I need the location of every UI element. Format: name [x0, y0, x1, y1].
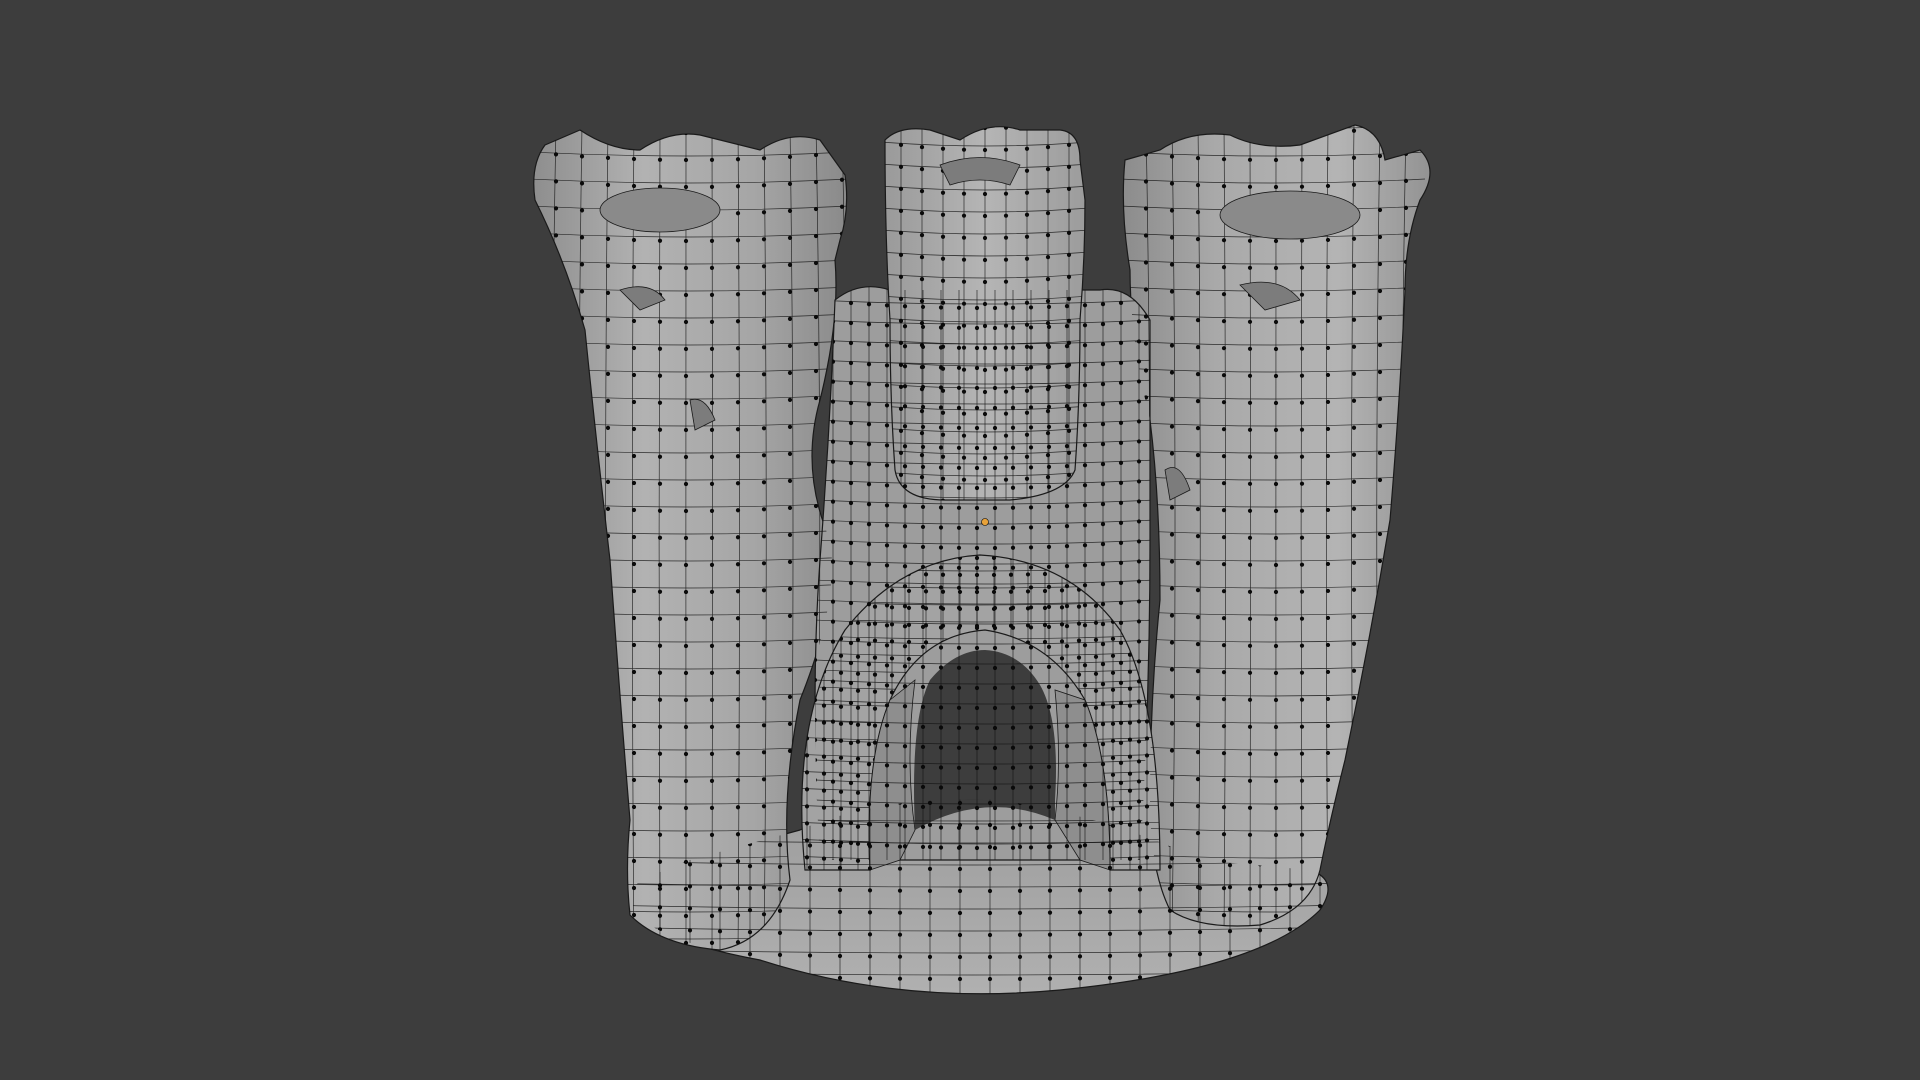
right-tower[interactable]: [1122, 124, 1431, 927]
viewport-canvas[interactable]: [0, 0, 1920, 1080]
left-tower[interactable]: [533, 129, 848, 951]
object-origin[interactable]: [981, 518, 989, 526]
3d-viewport[interactable]: [0, 0, 1920, 1080]
